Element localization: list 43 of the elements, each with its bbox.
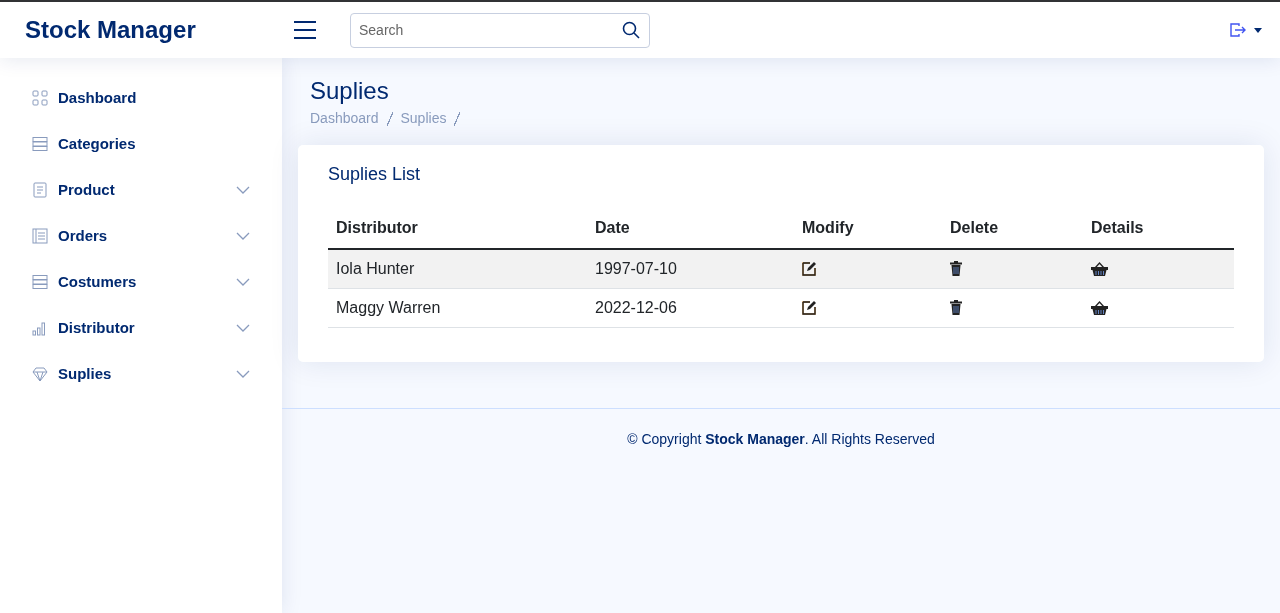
basket-icon[interactable] [1091,300,1108,315]
chevron-down-icon[interactable] [236,324,250,332]
gem-icon [32,366,48,382]
search-field[interactable]: Search [350,12,650,48]
document-icon [32,182,48,198]
table-cell: Maggy Warren [328,288,587,327]
copyright-text: © Copyright Stock Manager. All Rights Reserved [626,429,936,449]
column-header: Details [1083,208,1234,249]
sidebar-item[interactable]: Categories [20,124,262,164]
column-header: Distributor [328,208,587,249]
table-cell: 2022-12-06 [587,288,794,327]
column-header: Date [587,208,794,249]
table-cell: Iola Hunter [328,249,587,288]
search-icon[interactable] [622,20,640,39]
chevron-down-icon[interactable] [236,232,250,240]
sidebar-item[interactable]: Costumers [20,262,262,302]
stack-icon [32,136,48,152]
grid-icon [32,90,48,106]
stack-icon [32,274,48,290]
logout-icon[interactable] [1230,23,1246,37]
table-cell: 1997-07-10 [587,249,794,288]
list-icon [32,228,48,244]
column-header: Modify [794,208,942,249]
chevron-down-icon[interactable] [236,186,250,194]
edit-icon[interactable] [802,300,817,315]
sidebar-item[interactable]: Dashboard [20,78,262,118]
bar-chart-icon [32,320,48,336]
brand-logo[interactable]: Stock Manager [25,16,196,43]
sidebar-item[interactable]: Distributor [20,308,262,348]
menu-icon[interactable] [294,21,316,39]
sidebar-item[interactable]: Orders [20,216,262,256]
chevron-down-icon[interactable] [236,370,250,378]
trash-icon[interactable] [950,261,962,277]
column-header: Delete [942,208,1083,249]
sidebar-item[interactable]: Product [20,170,262,210]
page-title: Suplies [310,76,390,106]
sidebar-item[interactable]: Suplies [20,354,262,394]
chevron-down-icon[interactable] [236,278,250,286]
card-title: Suplies List [328,163,422,186]
basket-icon[interactable] [1091,261,1108,276]
trash-icon[interactable] [950,300,962,315]
edit-icon[interactable] [802,261,817,277]
caret-icon[interactable] [1254,27,1262,33]
